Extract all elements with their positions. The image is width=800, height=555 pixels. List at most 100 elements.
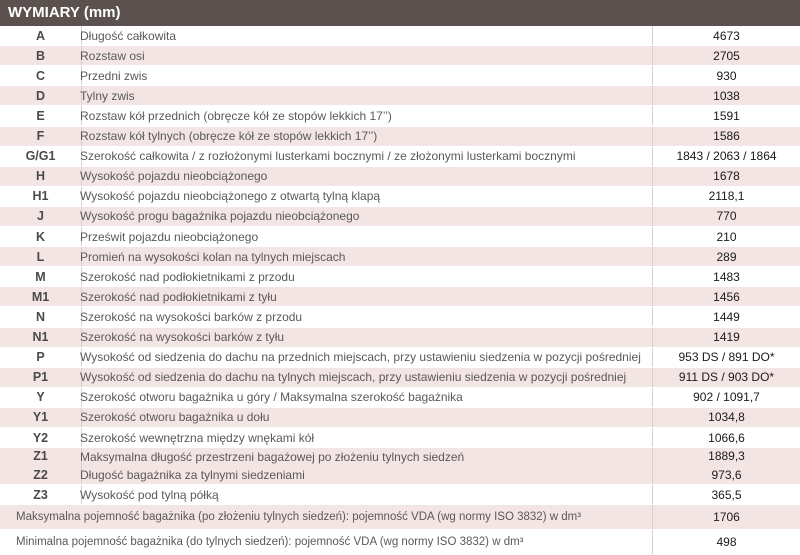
dimension-code: P1 xyxy=(0,367,82,387)
dimension-value: 210 xyxy=(652,227,800,247)
table-row: H1 Wysokość pojazdu nieobciążonego z otwa… xyxy=(0,186,800,207)
dimension-code: B xyxy=(0,46,82,66)
dimension-value: 1678 xyxy=(652,166,800,186)
dimension-value: 1449 xyxy=(652,307,800,327)
dimension-code: N xyxy=(0,307,82,327)
dimension-code: A xyxy=(0,26,82,46)
dimension-code: G/G1 xyxy=(0,146,82,166)
dimension-description: Maksymalna długość przestrzeni bagażowej… xyxy=(80,450,465,465)
dimension-description: Szerokość na wysokości barków z przodu xyxy=(80,309,303,324)
table-row: B Rozstaw osi 2705 xyxy=(0,46,800,67)
dimension-value: 1066,6 xyxy=(652,428,800,448)
dimension-value: 953 DS / 891 DO* xyxy=(652,347,800,367)
table-row: Z1 Z2 Maksymalna długość przestrzeni bagaż… xyxy=(0,448,800,486)
dimension-value: 1483 xyxy=(652,267,800,287)
dimension-code: K xyxy=(0,227,82,247)
table-row: N Szerokość na wysokości barków z przodu 1… xyxy=(0,307,800,328)
dimension-value: 4673 xyxy=(652,26,800,46)
dimension-value: 1456 xyxy=(652,287,800,307)
dimension-value-group: 1889,3 973,6 xyxy=(652,448,800,485)
dimension-description: Szerokość otworu bagażnika u góry / Maks… xyxy=(80,390,463,405)
dimension-code: M1 xyxy=(0,287,82,307)
dimension-description: Wysokość progu bagażnika pojazdu nieobci… xyxy=(80,209,360,224)
table-row: P1 Wysokość od siedzenia do dachu na tyln… xyxy=(0,367,800,388)
dimensions-sheet: WYMIARY (mm) A Długość całkowita 4673 B Rozs… xyxy=(0,0,800,555)
dimension-code: D xyxy=(0,86,82,106)
dimension-code: Y xyxy=(0,387,82,407)
dimension-code: E xyxy=(0,106,82,126)
dimension-description: Szerokość otworu bagażnika u dołu xyxy=(80,410,270,425)
capacity-description: Maksymalna pojemność bagażnika (po złoże… xyxy=(16,511,582,524)
dimension-description: Wysokość pod tylną półką xyxy=(80,487,219,502)
dimension-value: 1038 xyxy=(652,86,800,106)
dimension-description: Prześwit pojazdu nieobciążonego xyxy=(80,229,259,244)
table-row: M Szerokość nad podłokietnikami z przodu 1… xyxy=(0,267,800,288)
dimension-description: Szerokość nad podłokietnikami z tyłu xyxy=(80,289,277,304)
dimension-value: 2705 xyxy=(652,46,800,66)
dimension-value: 930 xyxy=(652,66,800,86)
dimension-value: 289 xyxy=(652,247,800,267)
dimension-description-group: Maksymalna długość przestrzeni bagażowej… xyxy=(80,448,650,484)
table-row: Y2 Szerokość wewnętrzna między wnękami kó… xyxy=(0,428,800,449)
dimension-value: 2118,1 xyxy=(652,186,800,206)
dimension-description: Długość bagażnika za tylnymi siedzeniami xyxy=(80,468,305,483)
dimension-description: Długość całkowita xyxy=(80,28,177,43)
table-row: F Rozstaw kół tylnych (obręcze kół ze sto… xyxy=(0,126,800,147)
table-row: N1 Szerokość na wysokości barków z tyłu 14… xyxy=(0,327,800,348)
table-row: L Promień na wysokości kolan na tylnych m… xyxy=(0,247,800,268)
table-row: H Wysokość pojazdu nieobciążonego 1678 xyxy=(0,166,800,187)
dimension-code: H1 xyxy=(0,186,82,206)
dimension-code: N1 xyxy=(0,327,82,347)
dimension-value: 770 xyxy=(652,206,800,226)
dimension-code: Y2 xyxy=(0,428,82,448)
dimension-value: 1889,3 xyxy=(708,449,745,464)
dimension-code: P xyxy=(0,347,82,367)
dimension-description: Wysokość pojazdu nieobciążonego xyxy=(80,169,268,184)
capacity-value: 498 xyxy=(652,530,800,554)
dimension-code: M xyxy=(0,267,82,287)
dimension-description: Wysokość od siedzenia do dachu na tylnyc… xyxy=(80,370,627,385)
dimension-description: Szerokość na wysokości barków z tyłu xyxy=(80,330,285,345)
dimension-value: 1591 xyxy=(652,106,800,126)
table-row: J Wysokość progu bagażnika pojazdu nieobc… xyxy=(0,206,800,227)
table-row: K Prześwit pojazdu nieobciążonego 210 xyxy=(0,227,800,248)
table-row: P Wysokość od siedzenia do dachu na przed… xyxy=(0,347,800,368)
dimension-description: Szerokość nad podłokietnikami z przodu xyxy=(80,269,295,284)
dimension-description: Rozstaw osi xyxy=(80,48,145,63)
dimension-description: Tylny zwis xyxy=(80,88,135,103)
dimension-value: 1843 / 2063 / 1864 xyxy=(652,146,800,166)
table-row: G/G1 Szerokość całkowita / z rozłożonymi … xyxy=(0,146,800,167)
dimension-value: 365,5 xyxy=(652,485,800,505)
dimension-description: Szerokość całkowita / z rozłożonymi lust… xyxy=(80,149,576,164)
dimension-value: 973,6 xyxy=(711,468,742,483)
dimension-code-group: Z1 Z2 xyxy=(0,448,82,485)
dimension-description: Rozstaw kół przednich (obręcze kół ze st… xyxy=(80,108,392,123)
dimension-value: 911 DS / 903 DO* xyxy=(652,367,800,387)
table-row: E Rozstaw kół przednich (obręcze kół ze s… xyxy=(0,106,800,127)
dimension-description: Wysokość pojazdu nieobciążonego z otwart… xyxy=(80,189,381,204)
capacity-value: 1706 xyxy=(652,505,800,530)
capacity-description: Minimalna pojemność bagażnika (do tylnyc… xyxy=(16,536,524,549)
dimension-code: L xyxy=(0,247,82,267)
dimension-code: Y1 xyxy=(0,407,82,427)
table-row: D Tylny zwis 1038 xyxy=(0,86,800,107)
dimension-description: Promień na wysokości kolan na tylnych mi… xyxy=(80,249,346,264)
dimension-code: Z3 xyxy=(0,485,82,505)
dimension-code: C xyxy=(0,66,82,86)
table-row: Y1 Szerokość otworu bagażnika u dołu 1034,… xyxy=(0,407,800,428)
table-row: Z3 Wysokość pod tylną półką 365,5 xyxy=(0,485,800,506)
dimension-code: H xyxy=(0,166,82,186)
dimension-description: Szerokość wewnętrzna między wnękami kół xyxy=(80,430,315,445)
dimension-value: 902 / 1091,7 xyxy=(652,387,800,407)
table-row: M1 Szerokość nad podłokietnikami z tyłu 1… xyxy=(0,287,800,308)
table-row: Minimalna pojemność bagażnika (do tylnyc… xyxy=(0,530,800,555)
dimension-description: Rozstaw kół tylnych (obręcze kół ze stop… xyxy=(80,129,378,144)
table-row: A Długość całkowita 4673 xyxy=(0,26,800,47)
table-row: Y Szerokość otworu bagażnika u góry / Mak… xyxy=(0,387,800,408)
dimension-code: Z1 xyxy=(33,449,48,464)
table-title: WYMIARY (mm) xyxy=(0,0,800,26)
dimension-value: 1034,8 xyxy=(652,407,800,427)
table-row: C Przedni zwis 930 xyxy=(0,66,800,87)
dimension-value: 1586 xyxy=(652,126,800,146)
dimension-code: F xyxy=(0,126,82,146)
